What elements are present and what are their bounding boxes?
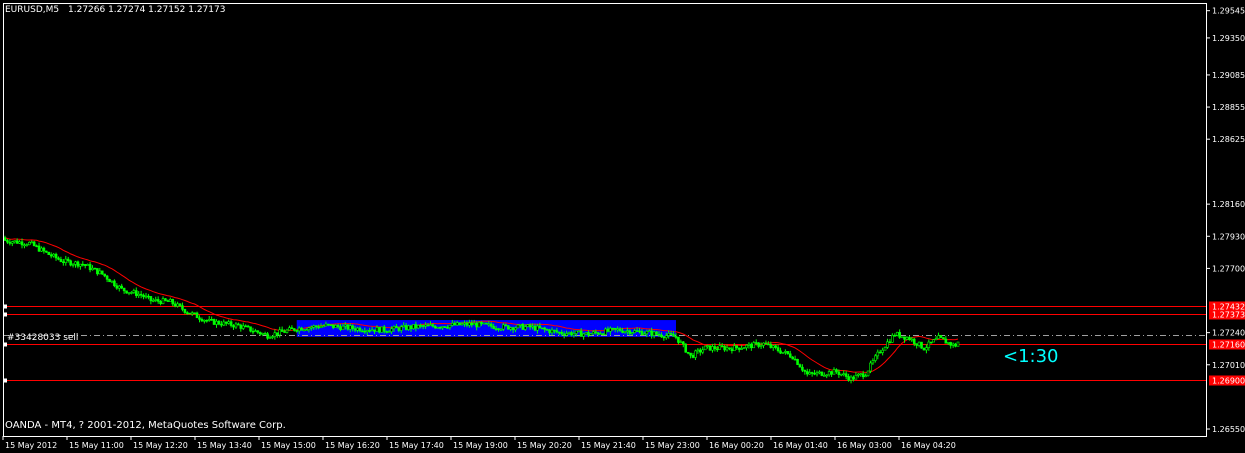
candle <box>684 343 688 353</box>
bar-countdown: <1:30 <box>1003 346 1059 367</box>
candle <box>708 345 712 351</box>
x-tick-label: 15 May 15:00 <box>261 441 316 450</box>
candle <box>781 351 785 354</box>
x-tick-label: 15 May 16:20 <box>325 441 380 450</box>
candle <box>506 325 510 330</box>
y-tick-label: 1.26550 <box>1212 425 1245 434</box>
candle <box>922 347 926 351</box>
chart-header: EURUSD,M5 1.27266 1.27274 1.27152 1.2717… <box>5 5 225 15</box>
x-tick-label: 15 May 23:00 <box>645 441 700 450</box>
candle <box>378 326 381 334</box>
symbol-label: EURUSD,M5 <box>5 5 60 15</box>
x-tick-label: 15 May 17:40 <box>389 441 444 450</box>
candle <box>939 334 943 339</box>
y-tick-label: 1.29350 <box>1212 34 1245 43</box>
price-level-label: 1.27160 <box>1212 341 1245 350</box>
y-tick-label: 1.29545 <box>1212 7 1245 16</box>
y-tick-label: 1.28160 <box>1212 200 1245 209</box>
candle <box>458 322 461 326</box>
x-tick-label: 15 May 2012 <box>5 441 57 450</box>
candle <box>69 259 72 267</box>
candle <box>482 322 486 325</box>
candle <box>193 312 196 315</box>
x-tick-label: 16 May 01:40 <box>773 441 828 450</box>
candle <box>108 278 111 283</box>
price-chart[interactable]: 1.274321.273731.271601.26900 1.295451.29… <box>0 0 1245 453</box>
y-tick-label: 1.27700 <box>1212 264 1245 273</box>
candle <box>188 312 192 315</box>
candle <box>900 336 904 339</box>
price-level-label: 1.26900 <box>1212 377 1245 386</box>
candle <box>956 341 960 347</box>
candle <box>932 339 935 343</box>
candle <box>920 341 923 349</box>
y-tick-label: 1.27010 <box>1212 361 1245 370</box>
candle <box>380 326 384 333</box>
x-tick-label: 16 May 04:20 <box>901 441 956 450</box>
candle <box>485 322 488 325</box>
candle <box>526 324 529 328</box>
copyright-footer: OANDA - MT4, ? 2001-2012, MetaQuotes Sof… <box>5 420 286 431</box>
x-tick-label: 16 May 03:00 <box>837 441 892 450</box>
candle <box>655 331 658 336</box>
ohlc-values: 1.27266 1.27274 1.27152 1.27173 <box>68 5 226 15</box>
candle <box>866 370 870 377</box>
x-tick-label: 15 May 13:40 <box>197 441 252 450</box>
candle <box>703 345 707 351</box>
x-tick-label: 16 May 00:20 <box>709 441 764 450</box>
chart-background <box>0 0 1245 453</box>
candle <box>125 290 128 294</box>
candle <box>443 326 447 328</box>
y-tick-label: 1.27240 <box>1212 329 1245 338</box>
y-tick-label: 1.29085 <box>1212 71 1245 80</box>
price-level-label: 1.27373 <box>1212 311 1245 320</box>
candle <box>477 321 481 328</box>
candle <box>516 324 520 329</box>
candle <box>540 327 544 330</box>
y-tick-label: 1.27930 <box>1212 232 1245 241</box>
y-tick-label: 1.28625 <box>1212 135 1245 144</box>
candle <box>164 298 167 302</box>
candle <box>820 371 824 377</box>
x-tick-label: 15 May 20:20 <box>517 441 572 450</box>
candle <box>212 318 216 325</box>
candle <box>895 331 899 337</box>
candle <box>796 358 799 366</box>
candle <box>329 324 333 327</box>
y-tick-label: 1.28855 <box>1212 103 1245 112</box>
order-label[interactable]: #33428033 sell <box>7 333 78 343</box>
x-tick-label: 15 May 19:00 <box>453 441 508 450</box>
candle <box>942 337 945 340</box>
x-tick-label: 15 May 21:40 <box>581 441 636 450</box>
x-tick-label: 15 May 11:00 <box>69 441 124 450</box>
candle <box>47 251 51 255</box>
x-tick-label: 15 May 12:20 <box>133 441 188 450</box>
